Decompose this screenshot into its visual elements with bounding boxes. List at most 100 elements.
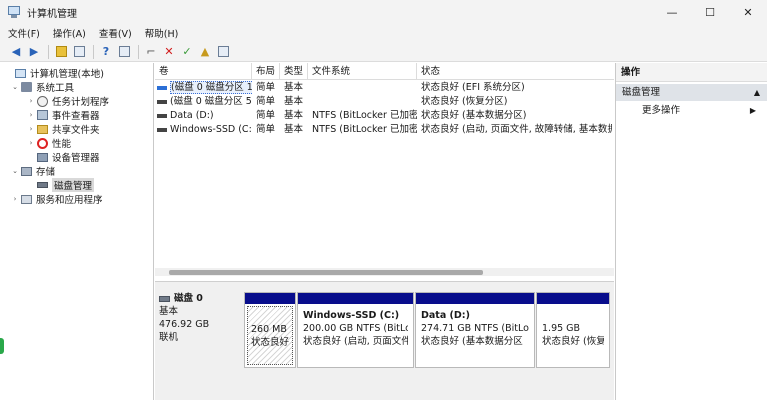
disk-status: 联机 [159, 332, 179, 343]
tree-item-services-apps[interactable]: › 服务和应用程序 [10, 192, 103, 206]
partition-status: 状态良好 (基本数据分区 [421, 336, 523, 347]
type-cell: 基本 [284, 96, 304, 107]
table-row[interactable]: Windows-SSD (C:) 简单 基本 NTFS (BitLocker 已… [155, 123, 614, 137]
disk-size: 476.92 GB [159, 319, 210, 330]
tree-item-label: 共享文件夹 [52, 125, 100, 136]
column-header-status[interactable]: 状态 [417, 63, 614, 80]
chevron-right-icon[interactable]: › [26, 125, 36, 133]
show-hide-tree-icon[interactable] [71, 44, 87, 60]
close-button[interactable]: ✕ [729, 0, 767, 24]
more-actions-item[interactable]: 更多操作 ▶ [616, 103, 767, 119]
actions-section-disk-management[interactable]: 磁盘管理 ▲ [616, 84, 767, 101]
volume-list: 卷 布局 类型 文件系统 状态 (磁盘 0 磁盘分区 1) 简单 基本 状态良好… [155, 63, 614, 280]
chevron-right-icon[interactable]: › [26, 111, 36, 119]
table-row[interactable]: Data (D:) 简单 基本 NTFS (BitLocker 已加密) 状态良… [155, 109, 614, 123]
horizontal-scrollbar[interactable] [155, 268, 614, 276]
tree-item-task-scheduler[interactable]: › 任务计划程序 [26, 94, 109, 108]
back-arrow-icon[interactable]: ◀ [8, 44, 24, 60]
device-manager-icon [36, 152, 48, 163]
disk-name-line: 磁盘 0 [159, 292, 244, 305]
partition-strip: 260 MB 状态良好 ( Windows-SSD (C:) 200.00 GB… [244, 292, 610, 368]
partition-windows-ssd[interactable]: Windows-SSD (C:) 200.00 GB NTFS (BitLock… [297, 292, 414, 368]
partition-size: 1.95 GB [542, 323, 581, 334]
export-icon[interactable]: ▲ [197, 44, 213, 60]
toolbar: ◀ ▶ ? ⌐ ✕ ✓ ▲ [0, 42, 767, 62]
table-row[interactable]: (磁盘 0 磁盘分区 1) 简单 基本 状态良好 (EFI 系统分区) [155, 81, 614, 95]
column-header-filesystem[interactable]: 文件系统 [308, 63, 417, 80]
tree-item-device-manager[interactable]: 设备管理器 [26, 150, 100, 164]
more-actions-label: 更多操作 [642, 105, 681, 116]
volume-cell: (磁盘 0 磁盘分区 5) [155, 95, 252, 109]
menu-file[interactable]: 文件(F) [8, 26, 40, 40]
refresh-icon[interactable] [215, 44, 231, 60]
delete-icon[interactable]: ✕ [161, 44, 177, 60]
partition-size: 274.71 GB NTFS (BitLocke [421, 323, 529, 334]
filesystem-cell: NTFS (BitLocker 已加密) [312, 124, 417, 135]
collapse-up-icon[interactable]: ▲ [754, 84, 760, 101]
edge-indicator [0, 338, 4, 354]
chevron-right-icon[interactable]: › [26, 97, 36, 105]
tree-item-disk-management[interactable]: 磁盘管理 [26, 178, 95, 192]
disk-icon [159, 295, 170, 302]
menu-bar: 文件(F) 操作(A) 查看(V) 帮助(H) [0, 24, 767, 42]
tree-item-system-tools[interactable]: ⌄ 系统工具 [10, 80, 74, 94]
tree-item-event-viewer[interactable]: › 事件查看器 [26, 108, 100, 122]
partition-recovery[interactable]: 1.95 GB 状态良好 (恢复分 [536, 292, 610, 368]
window-title: 计算机管理 [27, 8, 77, 20]
tree-item-label: 系统工具 [36, 83, 75, 94]
type-cell: 基本 [284, 110, 304, 121]
status-cell: 状态良好 (恢复分区) [421, 96, 508, 107]
chevron-right-icon[interactable]: › [26, 139, 36, 147]
up-folder-icon[interactable] [53, 44, 69, 60]
connect-icon[interactable]: ⌐ [143, 44, 159, 60]
column-header-type[interactable]: 类型 [280, 63, 308, 80]
partition-name: Windows-SSD (C:) [303, 310, 400, 321]
chevron-down-icon[interactable]: ⌄ [10, 167, 20, 175]
partition-bar [416, 293, 534, 304]
filesystem-cell [310, 81, 417, 95]
tree-item-performance[interactable]: › 性能 [26, 136, 71, 150]
window-controls: — ☐ ✕ [653, 0, 767, 24]
partition-data[interactable]: Data (D:) 274.71 GB NTFS (BitLocke 状态良好 … [415, 292, 535, 368]
volume-icon [157, 85, 167, 90]
disk-info[interactable]: 磁盘 0 基本 476.92 GB 联机 [159, 292, 244, 350]
help-icon[interactable]: ? [98, 44, 114, 60]
properties-icon[interactable] [116, 44, 132, 60]
menu-view[interactable]: 查看(V) [99, 26, 132, 40]
tree-item-computer-management[interactable]: 计算机管理(本地) [4, 66, 104, 80]
layout-cell: 简单 [256, 96, 276, 107]
table-row[interactable]: (磁盘 0 磁盘分区 5) 简单 基本 状态良好 (恢复分区) [155, 95, 614, 109]
chevron-right-icon[interactable]: › [10, 195, 20, 203]
toolbar-divider [93, 44, 94, 59]
disk-type: 基本 [159, 306, 179, 317]
check-icon[interactable]: ✓ [179, 44, 195, 60]
partition-efi[interactable]: 260 MB 状态良好 ( [244, 292, 296, 368]
forward-arrow-icon[interactable]: ▶ [26, 44, 42, 60]
column-header-layout[interactable]: 布局 [252, 63, 280, 80]
maximize-button[interactable]: ☐ [691, 0, 729, 24]
tools-icon [20, 82, 32, 93]
minimize-button[interactable]: — [653, 0, 691, 24]
status-cell: 状态良好 (基本数据分区) [421, 110, 527, 121]
menu-action[interactable]: 操作(A) [53, 26, 86, 40]
tree-item-label: 性能 [52, 139, 72, 150]
column-header-volume[interactable]: 卷 [155, 63, 252, 80]
actions-section-label: 磁盘管理 [622, 87, 661, 98]
tree-item-storage[interactable]: ⌄ 存储 [10, 164, 55, 178]
status-cell: 状态良好 (EFI 系统分区) [421, 82, 525, 93]
volume-list-header: 卷 布局 类型 文件系统 状态 [155, 63, 614, 80]
computer-management-icon [7, 5, 21, 19]
actions-header: 操作 [616, 63, 767, 82]
scrollbar-thumb[interactable] [169, 270, 483, 275]
status-cell: 状态良好 (启动, 页面文件, 故障转储, 基本数据分 [421, 124, 612, 135]
chevron-down-icon[interactable]: ⌄ [10, 83, 20, 91]
menu-help[interactable]: 帮助(H) [145, 26, 179, 40]
clock-icon [36, 95, 48, 107]
toolbar-divider [138, 44, 139, 59]
volume-cell: Data (D:) [155, 109, 252, 123]
partition-size: 200.00 GB NTFS (BitLock [303, 323, 408, 334]
partition-name [542, 309, 604, 322]
volume-name: (磁盘 0 磁盘分区 5) [170, 96, 252, 107]
tree-item-shared-folders[interactable]: › 共享文件夹 [26, 122, 100, 136]
services-icon [20, 194, 32, 205]
